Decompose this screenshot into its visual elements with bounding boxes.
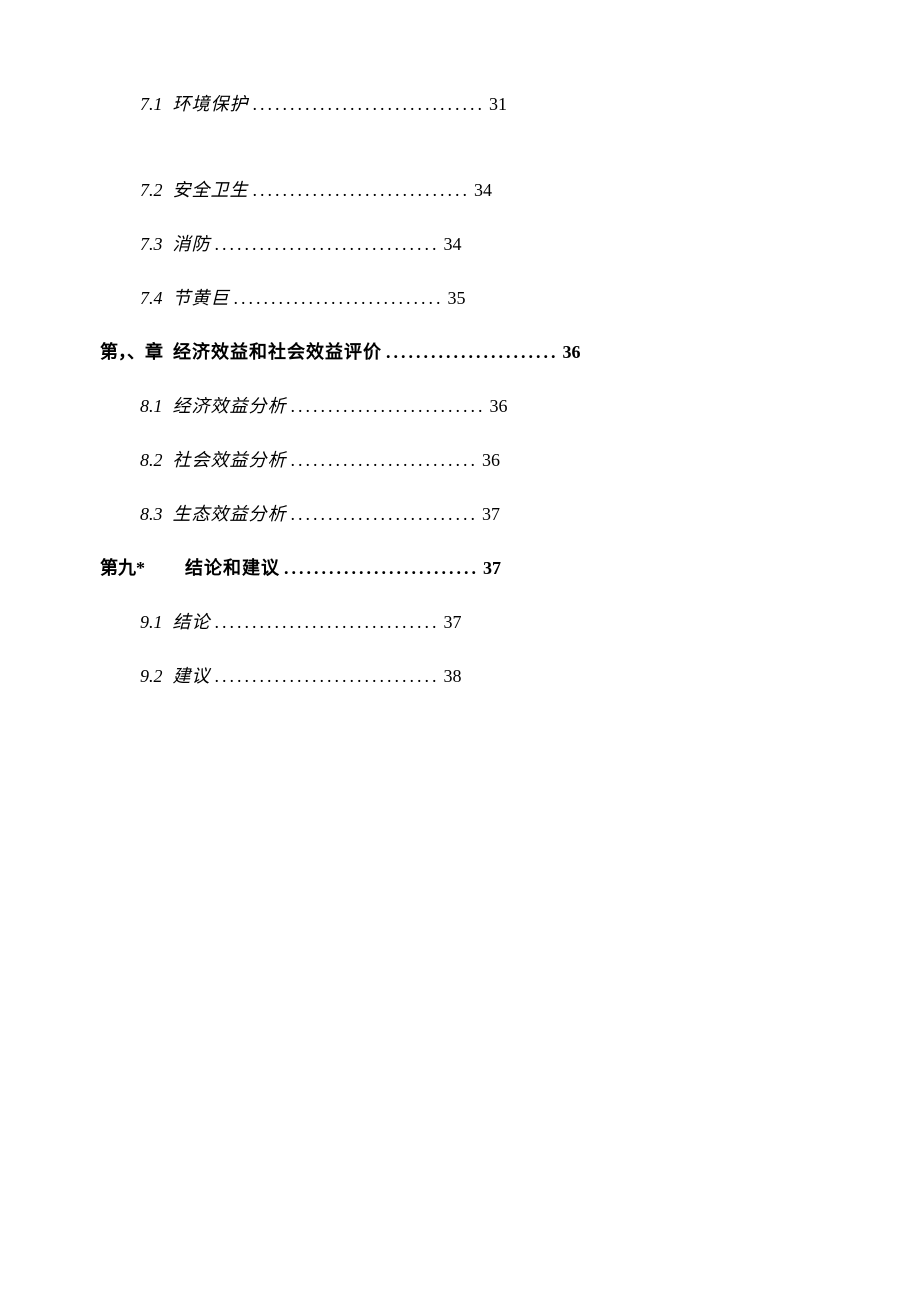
toc-leader-dots: ............................	[234, 288, 444, 309]
toc-page-number: 36	[490, 396, 508, 417]
toc-number: 7.2	[140, 180, 163, 201]
toc-leader-dots: .............................	[253, 180, 471, 201]
toc-section: 8.2 社会效益分析.........................36	[100, 446, 820, 472]
toc-number: 第九*	[100, 554, 145, 580]
toc-title: 生态效益分析	[173, 500, 287, 526]
toc-page-number: 38	[444, 666, 462, 687]
toc-leader-dots: .........................	[291, 504, 479, 525]
toc-page-number: 37	[444, 612, 462, 633]
toc-chapter: 第九* 结论和建议..........................37	[100, 554, 820, 580]
toc-number: 8.2	[140, 450, 163, 471]
toc-number: 8.3	[140, 504, 163, 525]
toc-number: 7.4	[140, 288, 163, 309]
toc-page-number: 36	[563, 342, 581, 363]
toc-section: 7.1 环境保护...............................31	[100, 90, 820, 116]
toc-section: 7.2 安全卫生.............................34	[100, 176, 820, 202]
toc-section: 9.1 结论..............................37	[100, 608, 820, 634]
toc-list: 7.1 环境保护...............................31…	[100, 90, 820, 688]
toc-title: 环境保护	[173, 90, 249, 116]
toc-section: 8.3 生态效益分析.........................37	[100, 500, 820, 526]
toc-number: 9.2	[140, 666, 163, 687]
toc-page-number: 37	[483, 558, 501, 579]
toc-section: 8.1 经济效益分析..........................36	[100, 392, 820, 418]
toc-title: 经济效益和社会效益评价	[173, 338, 382, 364]
toc-number: 第，、章	[100, 338, 163, 364]
toc-title: 经济效益分析	[173, 392, 287, 418]
toc-leader-dots: .........................	[291, 450, 479, 471]
toc-number: 7.3	[140, 234, 163, 255]
toc-leader-dots: ..............................	[215, 612, 440, 633]
toc-page-number: 36	[482, 450, 500, 471]
toc-title: 结论	[173, 608, 211, 634]
toc-leader-dots: ...............................	[253, 94, 486, 115]
toc-number: 9.1	[140, 612, 163, 633]
toc-page: 7.1 环境保护...............................31…	[0, 0, 920, 688]
toc-page-number: 34	[474, 180, 492, 201]
toc-title: 消防	[173, 230, 211, 256]
toc-number: 8.1	[140, 396, 163, 417]
toc-leader-dots: ..........................	[291, 396, 486, 417]
toc-page-number: 35	[448, 288, 466, 309]
toc-leader-dots: .......................	[386, 342, 559, 363]
toc-title: 建议	[173, 662, 211, 688]
toc-leader-dots: ..............................	[215, 666, 440, 687]
toc-page-number: 37	[482, 504, 500, 525]
toc-number: 7.1	[140, 94, 163, 115]
toc-title: 安全卫生	[173, 176, 249, 202]
toc-leader-dots: ..........................	[284, 558, 479, 579]
toc-title: 结论和建议	[185, 554, 280, 580]
toc-section: 9.2 建议..............................38	[100, 662, 820, 688]
toc-page-number: 34	[444, 234, 462, 255]
toc-leader-dots: ..............................	[215, 234, 440, 255]
toc-section: 7.4 节黄巨............................35	[100, 284, 820, 310]
toc-title: 节黄巨	[173, 284, 230, 310]
toc-section: 7.3 消防..............................34	[100, 230, 820, 256]
toc-chapter: 第，、章经济效益和社会效益评价.......................36	[100, 338, 820, 364]
toc-title: 社会效益分析	[173, 446, 287, 472]
toc-page-number: 31	[489, 94, 507, 115]
